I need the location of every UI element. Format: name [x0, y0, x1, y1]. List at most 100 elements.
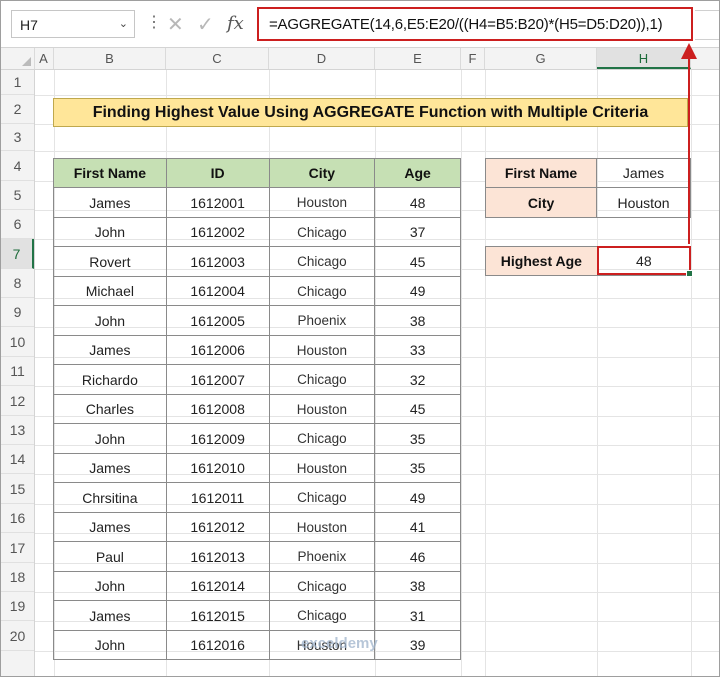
column-header-f[interactable]: F — [461, 48, 485, 69]
cell-age[interactable]: 35 — [374, 453, 461, 483]
cell-first-name[interactable]: John — [53, 217, 167, 247]
cell-first-name[interactable]: John — [53, 305, 167, 336]
cell-age[interactable]: 48 — [374, 187, 461, 218]
row-header-9[interactable]: 9 — [1, 298, 34, 327]
row-header-17[interactable]: 17 — [1, 533, 34, 563]
row-header-10[interactable]: 10 — [1, 327, 34, 357]
cell-city[interactable]: Chicago — [268, 276, 376, 306]
cell-first-name[interactable]: Richardo — [53, 364, 167, 395]
row-header-7[interactable]: 7 — [1, 239, 34, 269]
cell-age[interactable]: 31 — [374, 600, 461, 631]
cell-age[interactable]: 39 — [374, 630, 461, 660]
cell-city[interactable]: Chicago — [268, 600, 376, 631]
cell-id[interactable]: 1612014 — [165, 571, 270, 601]
cell-first-name[interactable]: Michael — [53, 276, 167, 306]
cell-id[interactable]: 1612002 — [165, 217, 270, 247]
row-header-3[interactable]: 3 — [1, 124, 34, 151]
cell-age[interactable]: 49 — [374, 276, 461, 306]
more-options-icon[interactable]: ⋮ — [146, 11, 162, 37]
cell-id[interactable]: 1612004 — [165, 276, 270, 306]
cell-first-name[interactable]: John — [53, 571, 167, 601]
row-header-13[interactable]: 13 — [1, 416, 34, 445]
row-header-18[interactable]: 18 — [1, 563, 34, 592]
cell-first-name[interactable]: James — [53, 600, 167, 631]
cell-city[interactable]: Houston — [268, 335, 376, 365]
cell-age[interactable]: 38 — [374, 571, 461, 601]
cell-first-name[interactable]: John — [53, 423, 167, 454]
column-header-d[interactable]: D — [269, 48, 375, 69]
cell-first-name[interactable]: Paul — [53, 541, 167, 572]
cell-first-name[interactable]: Rovert — [53, 246, 167, 277]
header-city[interactable]: City — [268, 158, 376, 188]
cell-id[interactable]: 1612012 — [165, 512, 270, 542]
criteria-first-name-value[interactable]: James — [596, 158, 691, 188]
cell-first-name[interactable]: Chrsitina — [53, 482, 167, 513]
criteria-first-name-label[interactable]: First Name — [484, 158, 598, 188]
row-header-19[interactable]: 19 — [1, 592, 34, 621]
cell-first-name[interactable]: James — [53, 187, 167, 218]
chevron-down-icon[interactable]: ⌄ — [119, 17, 128, 30]
row-header-14[interactable]: 14 — [1, 445, 34, 474]
cell-id[interactable]: 1612007 — [165, 364, 270, 395]
cell-city[interactable]: Chicago — [268, 246, 376, 277]
cell-id[interactable]: 1612008 — [165, 394, 270, 424]
row-header-12[interactable]: 12 — [1, 386, 34, 416]
cell-city[interactable]: Chicago — [268, 571, 376, 601]
cell-city[interactable]: Phoenix — [268, 541, 376, 572]
cell-city[interactable]: Chicago — [268, 423, 376, 454]
row-header-4[interactable]: 4 — [1, 151, 34, 181]
cell-city[interactable]: Houston — [268, 187, 376, 218]
cell-age[interactable]: 46 — [374, 541, 461, 572]
column-header-h[interactable]: H — [597, 48, 691, 69]
cell-id[interactable]: 1612001 — [165, 187, 270, 218]
cell-id[interactable]: 1612006 — [165, 335, 270, 365]
cell-city[interactable]: Chicago — [268, 482, 376, 513]
row-header-5[interactable]: 5 — [1, 181, 34, 210]
cell-city[interactable]: Houston — [268, 512, 376, 542]
sheet-title[interactable]: Finding Highest Value Using AGGREGATE Fu… — [53, 98, 688, 127]
row-header-2[interactable]: 2 — [1, 95, 34, 124]
cell-city[interactable]: Houston — [268, 394, 376, 424]
cell-age[interactable]: 41 — [374, 512, 461, 542]
cell-city[interactable]: Phoenix — [268, 305, 376, 336]
cell-first-name[interactable]: James — [53, 335, 167, 365]
criteria-city-label[interactable]: City — [484, 187, 598, 218]
row-header-8[interactable]: 8 — [1, 269, 34, 298]
formula-input[interactable]: =AGGREGATE(14,6,E5:E20/((H4=B5:B20)*(H5=… — [257, 7, 693, 41]
header-age[interactable]: Age — [374, 158, 461, 188]
cell-id[interactable]: 1612011 — [165, 482, 270, 513]
cell-city[interactable]: Chicago — [268, 364, 376, 395]
cell-age[interactable]: 35 — [374, 423, 461, 454]
column-header-a[interactable]: A — [34, 48, 54, 69]
cell-id[interactable]: 1612013 — [165, 541, 270, 572]
cell-first-name[interactable]: James — [53, 512, 167, 542]
cell-age[interactable]: 45 — [374, 394, 461, 424]
cell-city[interactable]: Chicago — [268, 217, 376, 247]
cell-first-name[interactable]: John — [53, 630, 167, 660]
cell-age[interactable]: 33 — [374, 335, 461, 365]
row-header-6[interactable]: 6 — [1, 210, 34, 239]
cell-first-name[interactable]: James — [53, 453, 167, 483]
cell-id[interactable]: 1612015 — [165, 600, 270, 631]
criteria-city-value[interactable]: Houston — [596, 187, 691, 218]
column-header-c[interactable]: C — [166, 48, 269, 69]
formula-bar-expand[interactable] — [695, 10, 719, 40]
cell-age[interactable]: 45 — [374, 246, 461, 277]
cell-id[interactable]: 1612005 — [165, 305, 270, 336]
select-all-button[interactable] — [1, 48, 35, 69]
cell-age[interactable]: 37 — [374, 217, 461, 247]
result-label[interactable]: Highest Age — [485, 246, 598, 276]
cancel-icon[interactable]: ✕ — [167, 12, 184, 37]
name-box[interactable]: H7 ⌄ — [11, 10, 135, 38]
cell-first-name[interactable]: Charles — [53, 394, 167, 424]
cell-age[interactable]: 38 — [374, 305, 461, 336]
row-header-15[interactable]: 15 — [1, 474, 34, 504]
check-icon[interactable]: ✓ — [197, 12, 214, 37]
cell-id[interactable]: 1612009 — [165, 423, 270, 454]
row-header-20[interactable]: 20 — [1, 621, 34, 651]
cell-age[interactable]: 49 — [374, 482, 461, 513]
cell-id[interactable]: 1612016 — [165, 630, 270, 660]
cell-city[interactable]: Houston — [268, 453, 376, 483]
column-header-e[interactable]: E — [375, 48, 461, 69]
cell-id[interactable]: 1612003 — [165, 246, 270, 277]
